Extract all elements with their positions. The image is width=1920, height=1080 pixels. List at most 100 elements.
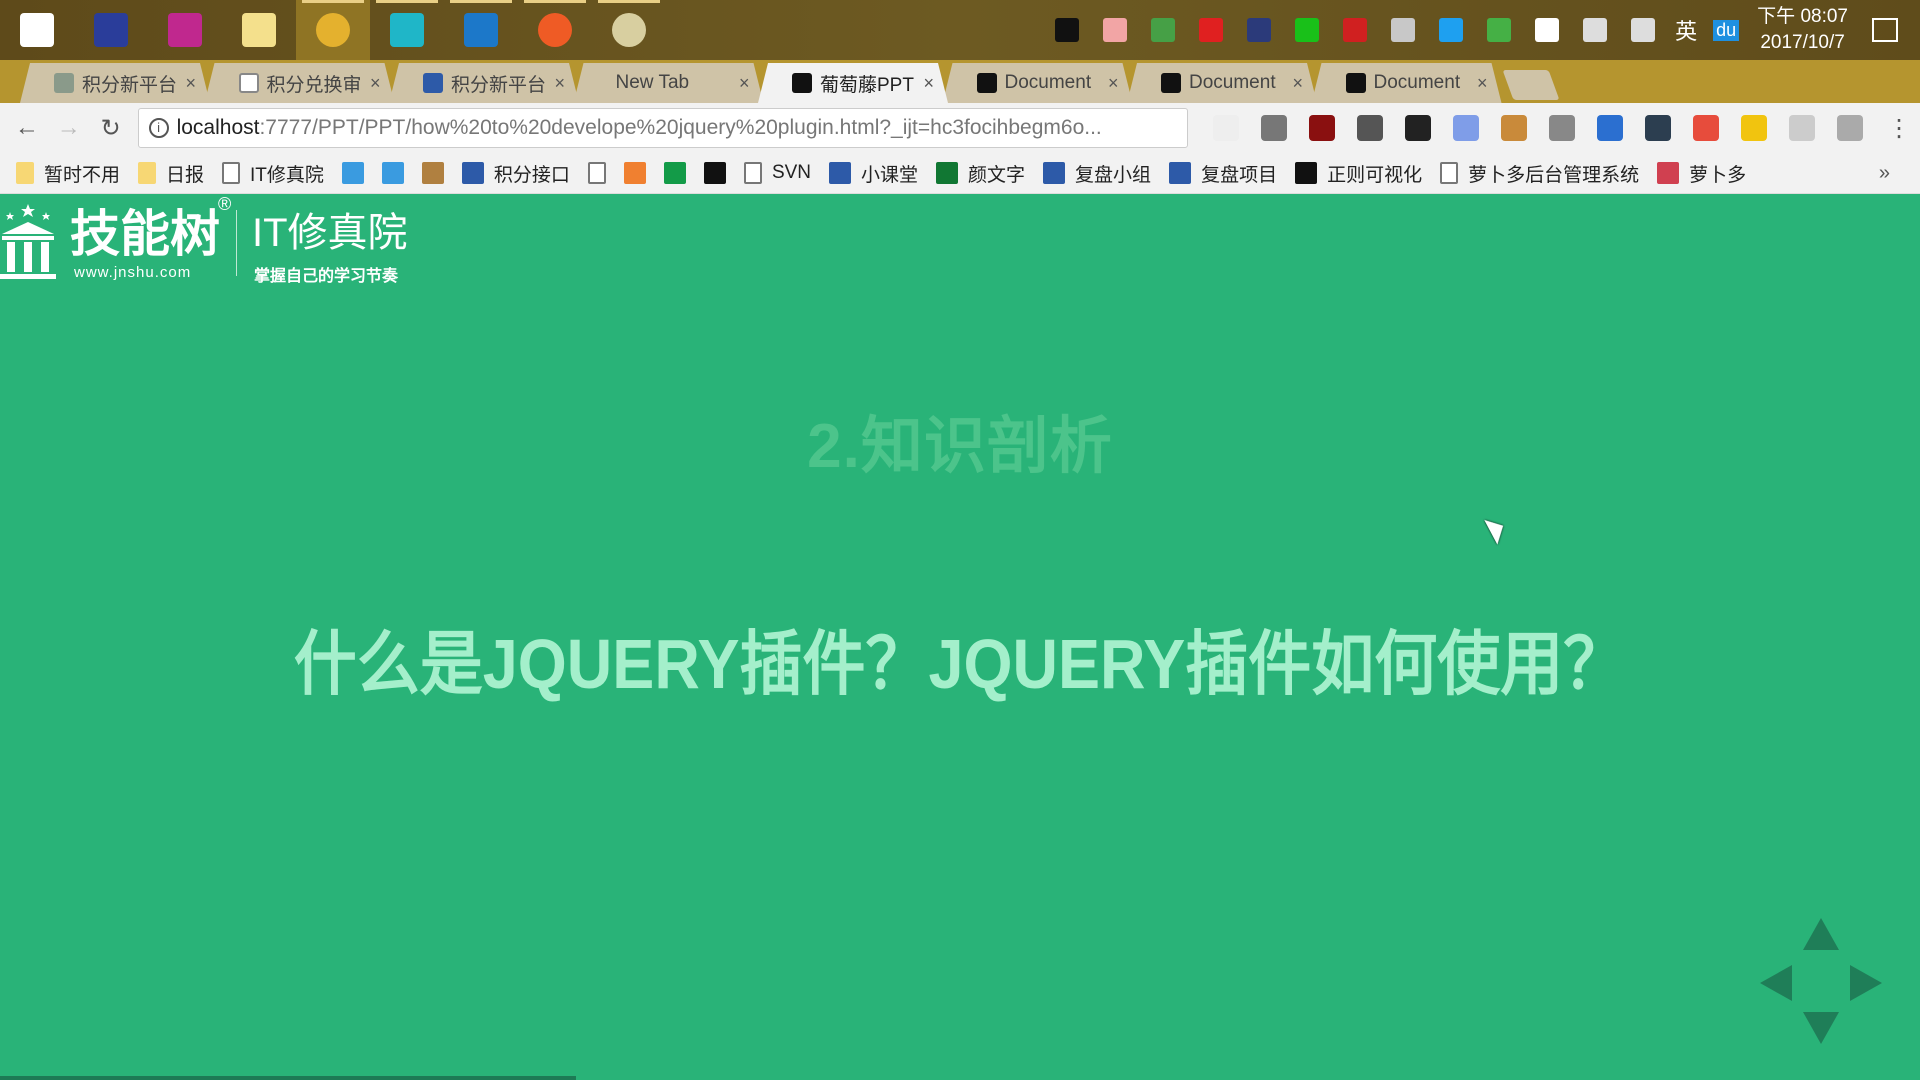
tray-icon[interactable] [1439,18,1464,42]
system-tray: 英 du 下午 08:07 2017/10/7 [1043,0,1920,60]
bookmarks-more-button[interactable]: » [1879,162,1890,185]
tray-icon[interactable] [1535,18,1560,42]
tab-favicon-icon [1161,73,1181,93]
bookmark-16[interactable]: 正则可视化 [1295,160,1422,187]
tray-icon[interactable] [1151,18,1176,42]
bookmark-13[interactable]: 颜文字 [936,160,1025,187]
nav-right-arrow-icon[interactable] [1850,965,1882,1001]
info-icon[interactable]: i [148,118,169,138]
tray-icon[interactable] [1391,18,1416,42]
reload-button[interactable]: ↻ [90,114,132,143]
bookmark-3[interactable] [341,160,374,187]
bookmark-9[interactable] [663,160,696,187]
address-bar[interactable]: i localhost:7777/PPT/PPT/how%20to%20deve… [137,108,1189,148]
bookmark-label: 正则可视化 [1327,164,1423,186]
nav-down-arrow-icon[interactable] [1803,1012,1839,1044]
extension-icon[interactable] [1789,115,1816,141]
taskbar-photo[interactable] [592,0,666,60]
tab-close-icon[interactable]: × [1477,73,1488,94]
tab-4[interactable]: 葡萄藤PPT × [758,63,948,103]
tab-0[interactable]: 积分新平台 × [20,63,210,103]
bookmark-11[interactable]: SVN [743,160,812,187]
taskbar-sticky-notes[interactable] [222,0,296,60]
tray-icon[interactable] [1631,18,1656,42]
bookmark-label: 萝卜多后台管理系统 [1468,164,1640,186]
baidu-icon[interactable]: du [1713,19,1740,41]
bookmark-4[interactable] [381,160,414,187]
taskbar-start[interactable] [0,0,74,60]
bookmark-10[interactable] [703,160,736,187]
extension-icon[interactable] [1261,115,1288,141]
bookmark-14[interactable]: 复盘小组 [1043,160,1151,187]
tab-3[interactable]: New Tab × [574,63,764,103]
bookmark-17[interactable]: 萝卜多后台管理系统 [1440,160,1639,187]
extension-icon[interactable] [1309,115,1336,141]
page-icon [587,162,606,184]
bookmark-1[interactable]: 日报 [138,160,204,187]
page-icon [1440,162,1459,184]
tab-close-icon[interactable]: × [185,73,196,94]
slide-navigation [1756,918,1896,1046]
tab-favicon-icon [1346,73,1366,93]
tab-7[interactable]: Document × [1312,63,1502,103]
bookmark-7[interactable] [587,160,616,187]
bookmark-favicon-icon [1295,162,1318,184]
taskbar-chrome[interactable] [296,0,370,60]
taskbar-vscode[interactable] [444,0,518,60]
tab-close-icon[interactable]: × [1108,73,1119,94]
temple-icon [0,204,56,279]
tab-close-icon[interactable]: × [554,73,565,94]
tray-icon[interactable] [1199,18,1224,42]
tray-icon[interactable] [1103,18,1128,42]
extension-icon[interactable] [1837,115,1864,141]
taskbar-save[interactable] [74,0,148,60]
tab-close-icon[interactable]: × [739,73,750,94]
nav-left-arrow-icon[interactable] [1760,965,1792,1001]
clock[interactable]: 下午 08:07 2017/10/7 [1757,4,1848,56]
menu-icon[interactable]: ⋮ [1878,114,1920,143]
extension-icon[interactable] [1453,115,1480,141]
nav-up-arrow-icon[interactable] [1803,918,1839,950]
taskbar-webstorm[interactable] [370,0,444,60]
bookmark-6[interactable]: 积分接口 [461,160,570,187]
extension-icon[interactable] [1693,115,1720,141]
tray-icon[interactable] [1247,18,1272,42]
tray-icon[interactable] [1487,18,1512,42]
extension-icon[interactable] [1501,115,1528,141]
extension-icon[interactable] [1213,115,1240,141]
bookmark-0[interactable]: 暂时不用 [16,160,120,187]
back-button[interactable]: ← [6,114,48,142]
tray-icon[interactable] [1583,18,1608,42]
forward-button[interactable]: → [48,114,90,142]
taskbar-postman[interactable] [518,0,592,60]
tab-close-icon[interactable]: × [923,73,934,94]
extension-icon[interactable] [1357,115,1384,141]
extension-icon[interactable] [1645,115,1672,141]
ime-indicator[interactable]: 英 [1675,14,1697,46]
taskbar-paper-plane[interactable] [148,0,222,60]
tab-close-icon[interactable]: × [370,73,381,94]
bookmark-2[interactable]: IT修真院 [222,160,324,187]
extension-icon[interactable] [1549,115,1576,141]
bookmark-15[interactable]: 复盘项目 [1169,160,1277,187]
tray-icon[interactable] [1055,18,1080,42]
extension-icon[interactable] [1741,115,1768,141]
tray-icon[interactable] [1295,18,1320,42]
tab-5[interactable]: Document × [943,63,1133,103]
extension-icon[interactable] [1405,115,1432,141]
notification-icon[interactable] [1872,18,1898,42]
extension-icon[interactable] [1597,115,1624,141]
bookmark-8[interactable] [623,160,656,187]
tab-6[interactable]: Document × [1127,63,1317,103]
tab-close-icon[interactable]: × [1292,73,1303,94]
tab-2[interactable]: 积分新平台 × [389,63,579,103]
tab-1[interactable]: 积分兑换审 × [205,63,395,103]
bookmark-12[interactable]: 小课堂 [829,160,918,187]
tray-icon[interactable] [1343,18,1368,42]
bookmark-label: 积分接口 [493,164,570,186]
bookmark-5[interactable] [421,160,454,187]
sticky-notes-icon [242,13,276,47]
bookmark-18[interactable]: 萝卜多 [1657,160,1746,187]
new-tab-button[interactable] [1502,70,1560,100]
bookmark-label: SVN [771,162,812,183]
